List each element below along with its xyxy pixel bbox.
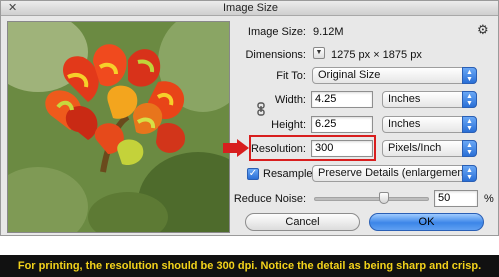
image-size-dialog: ✕ Image Size Image Size: 9.12M ⚙ Dimensi… <box>0 0 499 236</box>
width-unit-value: Inches <box>388 93 421 105</box>
select-arrows-icon: ▲ ▼ <box>462 116 477 133</box>
select-arrows-icon: ▲ ▼ <box>462 140 477 157</box>
reduce-noise-slider[interactable] <box>314 197 429 201</box>
dimensions-value: 1275 px × 1875 px <box>331 49 422 61</box>
fit-to-value: Original Size <box>318 69 381 81</box>
dimensions-dropdown-icon[interactable]: ▼ <box>313 47 325 59</box>
select-arrows-icon: ▲ ▼ <box>462 165 477 182</box>
image-size-value: 9.12M <box>313 26 344 38</box>
caption-banner: For printing, the resolution should be 3… <box>0 255 499 277</box>
reduce-noise-unit: % <box>484 193 494 205</box>
width-unit-select[interactable]: Inches ▲ ▼ <box>382 91 477 108</box>
dimensions-label: Dimensions: <box>245 49 306 61</box>
fit-to-label: Fit To: <box>276 70 306 82</box>
resolution-unit-select[interactable]: Pixels/Inch ▲ ▼ <box>382 140 477 157</box>
height-input[interactable]: 6.25 <box>311 116 373 133</box>
select-arrows-icon: ▲ ▼ <box>462 67 477 84</box>
fit-to-select[interactable]: Original Size ▲ ▼ <box>312 67 477 84</box>
reduce-noise-slider-thumb[interactable] <box>379 192 389 204</box>
reduce-noise-input[interactable]: 50 <box>434 190 478 207</box>
resolution-unit-value: Pixels/Inch <box>388 142 442 154</box>
resample-value: Preserve Details (enlargement) <box>318 167 471 179</box>
select-arrows-icon: ▲ ▼ <box>462 91 477 108</box>
reduce-noise-label: Reduce Noise: <box>233 193 306 205</box>
resample-label: Resample: <box>263 168 316 180</box>
gear-icon[interactable]: ⚙ <box>477 23 489 37</box>
ok-button[interactable]: OK <box>369 213 484 231</box>
checkmark-icon: ✓ <box>248 168 258 179</box>
height-label: Height: <box>271 119 306 131</box>
resample-checkbox[interactable]: ✓ <box>247 168 259 180</box>
resolution-input[interactable]: 300 <box>311 140 373 157</box>
resample-select[interactable]: Preserve Details (enlargement) ▲ ▼ <box>312 165 477 182</box>
image-size-label: Image Size: <box>247 26 306 38</box>
width-input[interactable]: 4.25 <box>311 91 373 108</box>
width-label: Width: <box>274 94 306 106</box>
title-bar: ✕ Image Size <box>1 1 498 16</box>
height-unit-select[interactable]: Inches ▲ ▼ <box>382 116 477 133</box>
height-unit-value: Inches <box>388 118 421 130</box>
window-title: Image Size <box>222 2 279 14</box>
cancel-button[interactable]: Cancel <box>245 213 360 231</box>
resolution-label: Resolution: <box>250 143 306 155</box>
close-icon[interactable]: ✕ <box>8 3 17 14</box>
